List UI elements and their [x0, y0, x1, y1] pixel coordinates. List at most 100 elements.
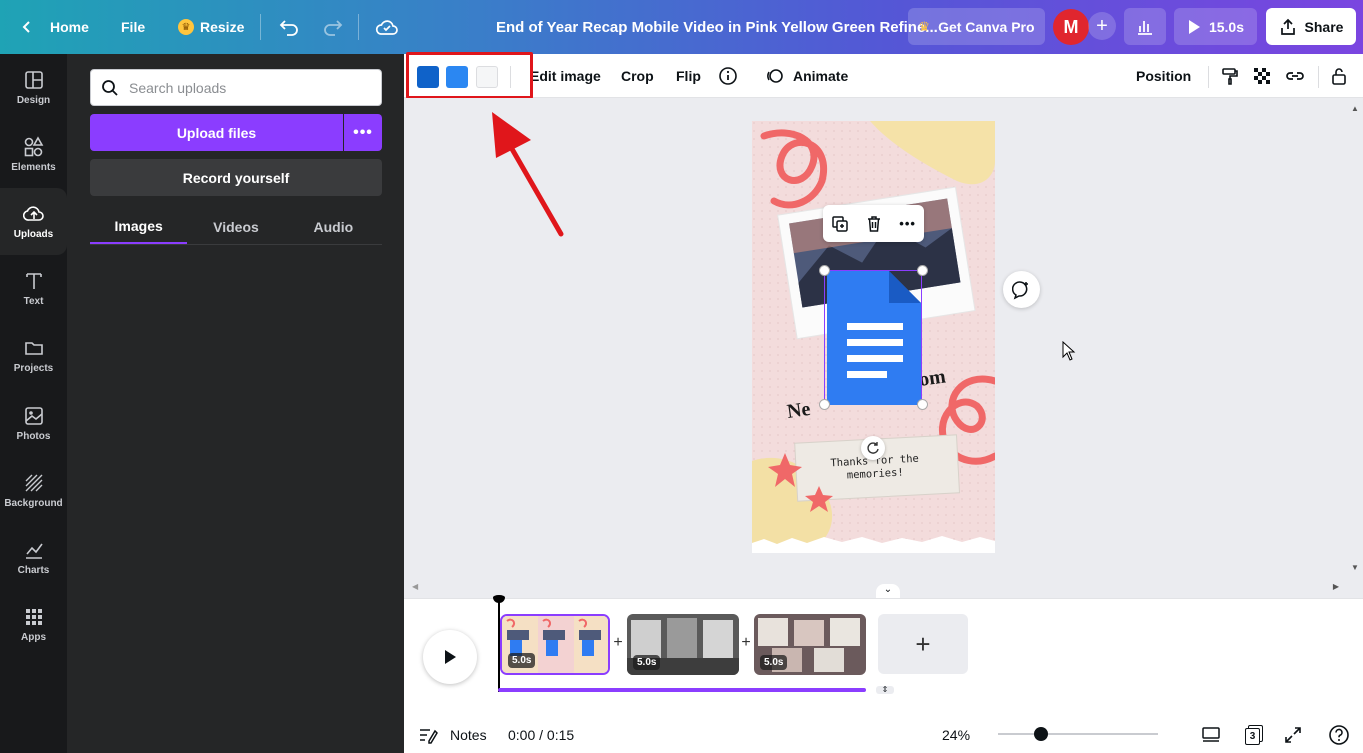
tab-videos[interactable]: Videos	[187, 209, 284, 244]
resize-button[interactable]: ♛ Resize	[178, 0, 244, 54]
more-icon[interactable]: •••	[899, 216, 916, 231]
page-view-toggle[interactable]	[1201, 716, 1221, 753]
add-collaborator-button[interactable]: +	[1088, 12, 1116, 40]
resize-handle-top-right[interactable]	[917, 265, 928, 276]
animate-icon	[767, 69, 783, 83]
tab-images[interactable]: Images	[90, 209, 188, 244]
flip-button[interactable]: Flip	[676, 54, 701, 98]
upload-files-button[interactable]: Upload files	[90, 114, 343, 151]
rotate-icon	[867, 442, 879, 454]
timeline-clip-2[interactable]: 5.0s	[627, 614, 739, 675]
selected-doc-element[interactable]	[824, 270, 922, 405]
rail-item-elements[interactable]: Elements	[0, 121, 67, 188]
lock-button[interactable]	[1330, 54, 1348, 98]
background-icon	[25, 474, 42, 492]
apps-icon	[25, 609, 42, 625]
scroll-down-icon: ▼	[1351, 563, 1359, 572]
avatar[interactable]: M	[1053, 9, 1089, 45]
rail-label: Uploads	[13, 229, 54, 240]
rail-item-photos[interactable]: Photos	[0, 390, 67, 457]
undo-button[interactable]	[278, 0, 300, 54]
add-comment-button[interactable]	[1003, 271, 1040, 308]
notes-icon	[420, 728, 438, 744]
folder-icon	[24, 342, 43, 355]
edit-image-button[interactable]: Edit image	[530, 54, 601, 98]
rail-item-design[interactable]: Design	[0, 54, 67, 121]
design-icon	[24, 71, 43, 89]
trash-icon[interactable]	[865, 215, 883, 233]
rail-label: Charts	[17, 565, 50, 576]
zoom-level[interactable]: 24%	[942, 716, 970, 753]
rail-item-text[interactable]: Text	[0, 255, 67, 322]
timeline-clip-3[interactable]: 5.0s	[754, 614, 866, 675]
help-button[interactable]	[1328, 716, 1350, 753]
share-icon	[1280, 18, 1295, 35]
top-bar: Home File ♛ Resize End of Year Recap Mob…	[0, 0, 1363, 54]
notes-button[interactable]: Notes	[418, 716, 487, 753]
charts-icon	[25, 543, 43, 559]
add-transition-button[interactable]: +	[612, 634, 624, 652]
paint-format-button[interactable]	[1220, 54, 1240, 98]
fullscreen-button[interactable]	[1284, 716, 1302, 753]
share-button[interactable]: Share	[1266, 8, 1356, 45]
info-button[interactable]	[718, 54, 738, 98]
timeline-clip-1[interactable]: 5.0s	[500, 614, 610, 675]
resize-handle-bottom-left[interactable]	[819, 399, 830, 410]
avatar-initial: M	[1063, 16, 1079, 37]
rotate-handle[interactable]	[861, 436, 885, 460]
divider	[260, 14, 261, 40]
scroll-left-icon: ◀	[412, 582, 419, 591]
rail-item-charts[interactable]: Charts	[0, 524, 67, 591]
help-icon	[1329, 724, 1349, 745]
annotation-highlight-box	[406, 52, 533, 99]
upload-more-button[interactable]: •••	[344, 114, 382, 151]
play-icon	[445, 650, 456, 664]
zoom-slider-thumb[interactable]	[1034, 727, 1048, 741]
position-button[interactable]: Position	[1136, 54, 1191, 98]
rail-item-apps[interactable]: Apps	[0, 591, 67, 658]
rail-label: Background	[4, 498, 63, 509]
file-menu[interactable]: File	[121, 0, 145, 54]
expand-icon	[1285, 726, 1301, 743]
audio-track-bar[interactable]	[498, 688, 866, 692]
tab-audio[interactable]: Audio	[285, 209, 382, 244]
add-page-button[interactable]: +	[878, 614, 968, 674]
insights-button[interactable]	[1124, 8, 1166, 45]
rail-label: Apps	[21, 632, 46, 643]
search-box[interactable]	[90, 69, 382, 106]
cloud-saved-button[interactable]	[375, 0, 399, 54]
duplicate-icon[interactable]	[831, 215, 849, 233]
horizontal-scrollbar[interactable]: ◀ ▶ ⌄	[404, 578, 1347, 600]
resize-handle-bottom-right[interactable]	[917, 399, 928, 410]
divider	[358, 14, 359, 40]
redo-button[interactable]	[322, 0, 344, 54]
rail-item-uploads[interactable]: Uploads	[0, 188, 67, 255]
rail-item-projects[interactable]: Projects	[0, 322, 67, 389]
pages-button[interactable]: 3	[1244, 716, 1264, 753]
left-rail: Design Elements Uploads Text Projects Ph…	[0, 54, 67, 753]
vertical-scrollbar[interactable]: ▲ ▼	[1347, 98, 1363, 578]
get-canva-pro-button[interactable]: ♛ Get Canva Pro	[908, 8, 1045, 45]
document-title[interactable]: End of Year Recap Mobile Video in Pink Y…	[496, 0, 938, 54]
time-readout: 0:00 / 0:15	[508, 726, 575, 743]
play-presentation-button[interactable]: 15.0s	[1174, 8, 1257, 45]
search-input[interactable]	[129, 79, 369, 96]
record-yourself-button[interactable]: Record yourself	[90, 159, 382, 196]
rail-item-background[interactable]: Background	[0, 457, 67, 524]
mouse-cursor-icon	[1062, 341, 1076, 361]
elements-icon	[24, 136, 43, 157]
add-transition-button[interactable]: +	[740, 634, 752, 652]
text-icon	[25, 273, 42, 289]
zoom-slider-track[interactable]	[998, 733, 1158, 735]
transparency-button[interactable]	[1252, 54, 1272, 98]
crop-button[interactable]: Crop	[621, 54, 654, 98]
resize-handle-top-left[interactable]	[819, 265, 830, 276]
track-resize-handle[interactable]: ⇕	[876, 686, 894, 694]
timeline-play-button[interactable]	[423, 630, 477, 684]
link-button[interactable]	[1284, 54, 1306, 98]
home-button[interactable]: Home	[20, 0, 89, 54]
scroll-right-icon: ▶	[1332, 582, 1339, 591]
divider	[1208, 66, 1209, 88]
animate-button[interactable]: Animate	[765, 54, 848, 98]
rail-label: Elements	[11, 162, 56, 173]
